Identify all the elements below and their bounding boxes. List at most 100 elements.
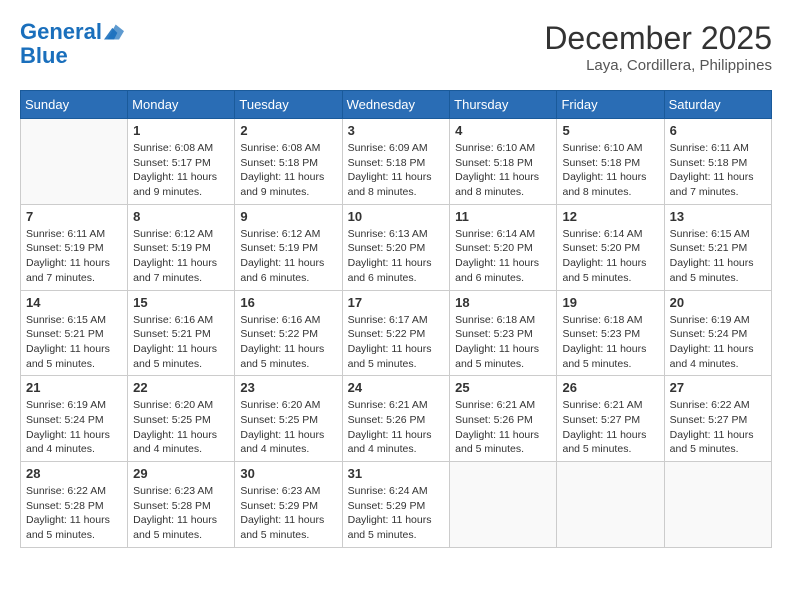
week-row-2: 14 Sunrise: 6:15 AMSunset: 5:21 PMDayligh…: [21, 290, 772, 376]
day-number: 26: [562, 380, 658, 395]
day-info: Sunrise: 6:12 AMSunset: 5:19 PMDaylight:…: [133, 227, 229, 286]
day-number: 21: [26, 380, 122, 395]
day-number: 25: [455, 380, 551, 395]
weekday-header-wednesday: Wednesday: [342, 91, 450, 119]
day-number: 19: [562, 295, 658, 310]
day-info: Sunrise: 6:12 AMSunset: 5:19 PMDaylight:…: [240, 227, 336, 286]
day-info: Sunrise: 6:13 AMSunset: 5:20 PMDaylight:…: [348, 227, 445, 286]
day-info: Sunrise: 6:08 AMSunset: 5:18 PMDaylight:…: [240, 141, 336, 200]
calendar-cell: 17Sunrise: 6:17 AMSunset: 5:22 PMDayligh…: [342, 290, 450, 376]
weekday-header-row: SundayMondayTuesdayWednesdayThursdayFrid…: [21, 91, 772, 119]
logo-text: General: [20, 20, 102, 44]
day-info: Sunrise: 6:22 AMSunset: 5:27 PMDaylight:…: [670, 398, 766, 457]
day-number: 23: [240, 380, 336, 395]
day-number: 14: [26, 295, 122, 310]
day-number: 4: [455, 123, 551, 138]
day-info: Sunrise: 6:17 AMSunset: 5:22 PMDaylight:…: [348, 313, 445, 372]
weekday-header-monday: Monday: [128, 91, 235, 119]
day-info: Sunrise: 6:18 AMSunset: 5:23 PMDaylight:…: [455, 313, 551, 372]
calendar-cell: 22 Sunrise: 6:20 AMSunset: 5:25 PMDayligh…: [128, 376, 235, 462]
weekday-header-tuesday: Tuesday: [235, 91, 342, 119]
day-info: Sunrise: 6:10 AMSunset: 5:18 PMDaylight:…: [455, 141, 551, 200]
calendar-cell: 24 Sunrise: 6:21 AMSunset: 5:26 PMDayligh…: [342, 376, 450, 462]
day-number: 11: [455, 209, 551, 224]
day-number: 24: [348, 380, 445, 395]
day-info: Sunrise: 6:15 AMSunset: 5:21 PMDaylight:…: [26, 313, 122, 372]
day-number: 18: [455, 295, 551, 310]
day-number: 15: [133, 295, 229, 310]
day-number: 12: [562, 209, 658, 224]
calendar-cell: 10 Sunrise: 6:13 AMSunset: 5:20 PMDayligh…: [342, 204, 450, 290]
week-row-1: 7 Sunrise: 6:11 AMSunset: 5:19 PMDaylight…: [21, 204, 772, 290]
day-info: Sunrise: 6:11 AMSunset: 5:19 PMDaylight:…: [26, 227, 122, 286]
day-info: Sunrise: 6:22 AMSunset: 5:28 PMDaylight:…: [26, 484, 122, 543]
calendar-cell: 19 Sunrise: 6:18 AMSunset: 5:23 PMDayligh…: [557, 290, 664, 376]
calendar-cell: 8Sunrise: 6:12 AMSunset: 5:19 PMDaylight…: [128, 204, 235, 290]
day-info: Sunrise: 6:16 AMSunset: 5:22 PMDaylight:…: [240, 313, 336, 372]
day-info: Sunrise: 6:21 AMSunset: 5:27 PMDaylight:…: [562, 398, 658, 457]
day-info: Sunrise: 6:10 AMSunset: 5:18 PMDaylight:…: [562, 141, 658, 200]
calendar-table: SundayMondayTuesdayWednesdayThursdayFrid…: [20, 90, 772, 548]
day-number: 27: [670, 380, 766, 395]
week-row-4: 28 Sunrise: 6:22 AMSunset: 5:28 PMDayligh…: [21, 462, 772, 548]
day-number: 31: [348, 466, 445, 481]
day-info: Sunrise: 6:24 AMSunset: 5:29 PMDaylight:…: [348, 484, 445, 543]
day-number: 13: [670, 209, 766, 224]
calendar-cell: [450, 462, 557, 548]
day-number: 16: [240, 295, 336, 310]
day-number: 3: [348, 123, 445, 138]
day-number: 6: [670, 123, 766, 138]
calendar-cell: 6 Sunrise: 6:11 AMSunset: 5:18 PMDaylight…: [664, 119, 771, 205]
page-header: General Blue December 2025 Laya, Cordill…: [20, 20, 772, 74]
day-number: 28: [26, 466, 122, 481]
calendar-cell: 26 Sunrise: 6:21 AMSunset: 5:27 PMDayligh…: [557, 376, 664, 462]
calendar-cell: [557, 462, 664, 548]
calendar-cell: 7 Sunrise: 6:11 AMSunset: 5:19 PMDaylight…: [21, 204, 128, 290]
day-number: 20: [670, 295, 766, 310]
calendar-cell: 18 Sunrise: 6:18 AMSunset: 5:23 PMDayligh…: [450, 290, 557, 376]
calendar-cell: 15 Sunrise: 6:16 AMSunset: 5:21 PMDayligh…: [128, 290, 235, 376]
day-info: Sunrise: 6:21 AMSunset: 5:26 PMDaylight:…: [455, 398, 551, 457]
day-info: Sunrise: 6:20 AMSunset: 5:25 PMDaylight:…: [133, 398, 229, 457]
location-subtitle: Laya, Cordillera, Philippines: [544, 57, 772, 74]
week-row-3: 21 Sunrise: 6:19 AMSunset: 5:24 PMDayligh…: [21, 376, 772, 462]
calendar-cell: 3 Sunrise: 6:09 AMSunset: 5:18 PMDaylight…: [342, 119, 450, 205]
day-number: 2: [240, 123, 336, 138]
day-info: Sunrise: 6:19 AMSunset: 5:24 PMDaylight:…: [26, 398, 122, 457]
day-info: Sunrise: 6:20 AMSunset: 5:25 PMDaylight:…: [240, 398, 336, 457]
calendar-cell: 13Sunrise: 6:15 AMSunset: 5:21 PMDayligh…: [664, 204, 771, 290]
day-number: 10: [348, 209, 445, 224]
calendar-cell: 11Sunrise: 6:14 AMSunset: 5:20 PMDayligh…: [450, 204, 557, 290]
day-number: 7: [26, 209, 122, 224]
logo: General Blue: [20, 20, 124, 68]
day-info: Sunrise: 6:16 AMSunset: 5:21 PMDaylight:…: [133, 313, 229, 372]
calendar-cell: 25 Sunrise: 6:21 AMSunset: 5:26 PMDayligh…: [450, 376, 557, 462]
calendar-cell: [21, 119, 128, 205]
day-number: 30: [240, 466, 336, 481]
day-info: Sunrise: 6:19 AMSunset: 5:24 PMDaylight:…: [670, 313, 766, 372]
weekday-header-sunday: Sunday: [21, 91, 128, 119]
calendar-cell: 9 Sunrise: 6:12 AMSunset: 5:19 PMDaylight…: [235, 204, 342, 290]
day-info: Sunrise: 6:18 AMSunset: 5:23 PMDaylight:…: [562, 313, 658, 372]
day-info: Sunrise: 6:08 AMSunset: 5:17 PMDaylight:…: [133, 141, 229, 200]
day-number: 29: [133, 466, 229, 481]
calendar-cell: 16 Sunrise: 6:16 AMSunset: 5:22 PMDayligh…: [235, 290, 342, 376]
calendar-cell: 27 Sunrise: 6:22 AMSunset: 5:27 PMDayligh…: [664, 376, 771, 462]
calendar-cell: 30Sunrise: 6:23 AMSunset: 5:29 PMDayligh…: [235, 462, 342, 548]
day-number: 1: [133, 123, 229, 138]
calendar-cell: 1 Sunrise: 6:08 AMSunset: 5:17 PMDaylight…: [128, 119, 235, 205]
month-title: December 2025: [544, 20, 772, 57]
logo-icon: [104, 22, 124, 42]
day-number: 5: [562, 123, 658, 138]
calendar-cell: 28 Sunrise: 6:22 AMSunset: 5:28 PMDayligh…: [21, 462, 128, 548]
week-row-0: 1 Sunrise: 6:08 AMSunset: 5:17 PMDaylight…: [21, 119, 772, 205]
day-number: 9: [240, 209, 336, 224]
day-info: Sunrise: 6:11 AMSunset: 5:18 PMDaylight:…: [670, 141, 766, 200]
day-info: Sunrise: 6:14 AMSunset: 5:20 PMDaylight:…: [562, 227, 658, 286]
day-number: 22: [133, 380, 229, 395]
calendar-cell: 31 Sunrise: 6:24 AMSunset: 5:29 PMDayligh…: [342, 462, 450, 548]
day-info: Sunrise: 6:21 AMSunset: 5:26 PMDaylight:…: [348, 398, 445, 457]
calendar-cell: 4 Sunrise: 6:10 AMSunset: 5:18 PMDaylight…: [450, 119, 557, 205]
day-info: Sunrise: 6:09 AMSunset: 5:18 PMDaylight:…: [348, 141, 445, 200]
calendar-cell: 23 Sunrise: 6:20 AMSunset: 5:25 PMDayligh…: [235, 376, 342, 462]
